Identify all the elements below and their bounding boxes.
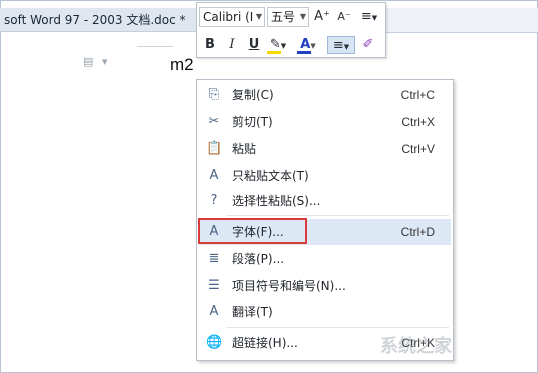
italic-button[interactable]: I — [223, 36, 241, 54]
menu-separator — [227, 215, 449, 216]
paste-text-icon: A — [209, 168, 219, 183]
menu-item-paste-special[interactable]: ? 选择性粘贴(S)... — [199, 188, 451, 214]
shrink-font-icon: A⁻ — [337, 10, 351, 23]
shrink-font-button[interactable]: A⁻ — [335, 8, 353, 26]
paste-icon: 📋 — [206, 141, 223, 156]
scissors-icon: ✂ — [208, 114, 220, 129]
line-spacing-icon: ≡ — [360, 9, 372, 24]
bullets-icon: ☰ — [208, 278, 220, 293]
menu-item-cut[interactable]: ✂ 剪切(T) Ctrl+X — [199, 109, 451, 135]
menu-item-label: 剪切(T) — [232, 115, 273, 129]
menu-item-shortcut: Ctrl+D — [400, 225, 435, 239]
menu-item-shortcut: Ctrl+C — [400, 88, 435, 102]
document-icon: ▤ — [83, 55, 94, 68]
mini-toolbar: Calibri (I ▼ 五号 ▼ A⁺ A⁻ ≡▼ B I U ✎▼ A▼ ≡… — [196, 2, 386, 58]
document-tab[interactable]: soft Word 97 - 2003 文档.doc * — [0, 8, 196, 32]
chevron-down-icon: ▼ — [371, 14, 378, 22]
copy-icon: ⎘ — [208, 87, 220, 102]
chevron-down-icon: ▼ — [255, 12, 262, 21]
highlight-button[interactable]: ✎▼ — [265, 36, 291, 54]
translate-icon: A — [209, 304, 219, 319]
watermark-logo: 系统之家 — [380, 336, 452, 357]
chevron-down-icon: ▼ — [343, 43, 350, 51]
highlighter-icon: ✎ — [269, 37, 281, 52]
font-size-select[interactable]: 五号 ▼ — [267, 7, 309, 27]
menu-item-label: 只粘贴文本(T) — [232, 169, 309, 183]
align-icon: ≡ — [332, 38, 344, 53]
hyperlink-icon: 🌐 — [206, 335, 223, 350]
paste-special-icon: ? — [210, 193, 218, 208]
menu-separator — [227, 327, 449, 328]
bold-button[interactable]: B — [201, 36, 219, 54]
chevron-down-icon: ▼ — [102, 58, 108, 66]
menu-item-label: 项目符号和编号(N)... — [232, 279, 346, 293]
menu-item-label: 超链接(H)... — [232, 336, 298, 350]
chevron-down-icon: ▼ — [299, 12, 306, 21]
format-painter-icon: ✐ — [362, 37, 374, 52]
document-text[interactable]: m2 — [170, 55, 194, 75]
font-name-select[interactable]: Calibri (I ▼ — [199, 7, 265, 27]
menu-item-label: 选择性粘贴(S)... — [232, 194, 321, 208]
underline-button[interactable]: U — [245, 36, 263, 54]
grow-font-icon: A⁺ — [314, 9, 330, 24]
menu-item-label: 段落(P)... — [232, 252, 285, 266]
font-name-value: Calibri (I — [203, 10, 254, 24]
underline-icon: U — [248, 37, 260, 52]
chevron-down-icon: ▼ — [280, 42, 287, 50]
menu-item-label: 粘贴 — [232, 142, 257, 156]
document-tab-title: soft Word 97 - 2003 文档.doc * — [4, 13, 186, 27]
line-spacing-button[interactable]: ≡▼ — [357, 8, 381, 26]
font-color-icon: A — [300, 37, 311, 52]
font-color-button[interactable]: A▼ — [295, 36, 321, 54]
menu-item-paste-text[interactable]: A 只粘贴文本(T) — [199, 163, 451, 189]
menu-item-translate[interactable]: A 翻译(T) — [199, 299, 451, 325]
paragraph-icon: ≣ — [208, 251, 220, 266]
bold-icon: B — [205, 37, 215, 52]
format-painter-button[interactable]: ✐ — [359, 36, 377, 54]
menu-item-bullets[interactable]: ☰ 项目符号和编号(N)... — [199, 273, 451, 299]
page-margin-line — [137, 46, 173, 47]
font-color-swatch — [297, 51, 311, 54]
chevron-down-icon: ▼ — [310, 42, 316, 50]
highlight-color-swatch — [267, 51, 281, 54]
font-size-value: 五号 — [271, 10, 296, 24]
menu-item-copy[interactable]: ⎘ 复制(C) Ctrl+C — [199, 82, 451, 108]
align-button[interactable]: ≡▼ — [327, 36, 355, 54]
italic-icon: I — [229, 37, 235, 52]
menu-item-paste[interactable]: 📋 粘贴 Ctrl+V — [199, 136, 451, 162]
annotation-highlight-box — [198, 218, 307, 244]
grow-font-button[interactable]: A⁺ — [313, 8, 331, 26]
menu-item-shortcut: Ctrl+V — [401, 142, 435, 156]
menu-item-label: 复制(C) — [232, 88, 274, 102]
menu-item-paragraph[interactable]: ≣ 段落(P)... — [199, 246, 451, 272]
menu-item-shortcut: Ctrl+X — [401, 115, 435, 129]
menu-item-label: 翻译(T) — [232, 305, 273, 319]
